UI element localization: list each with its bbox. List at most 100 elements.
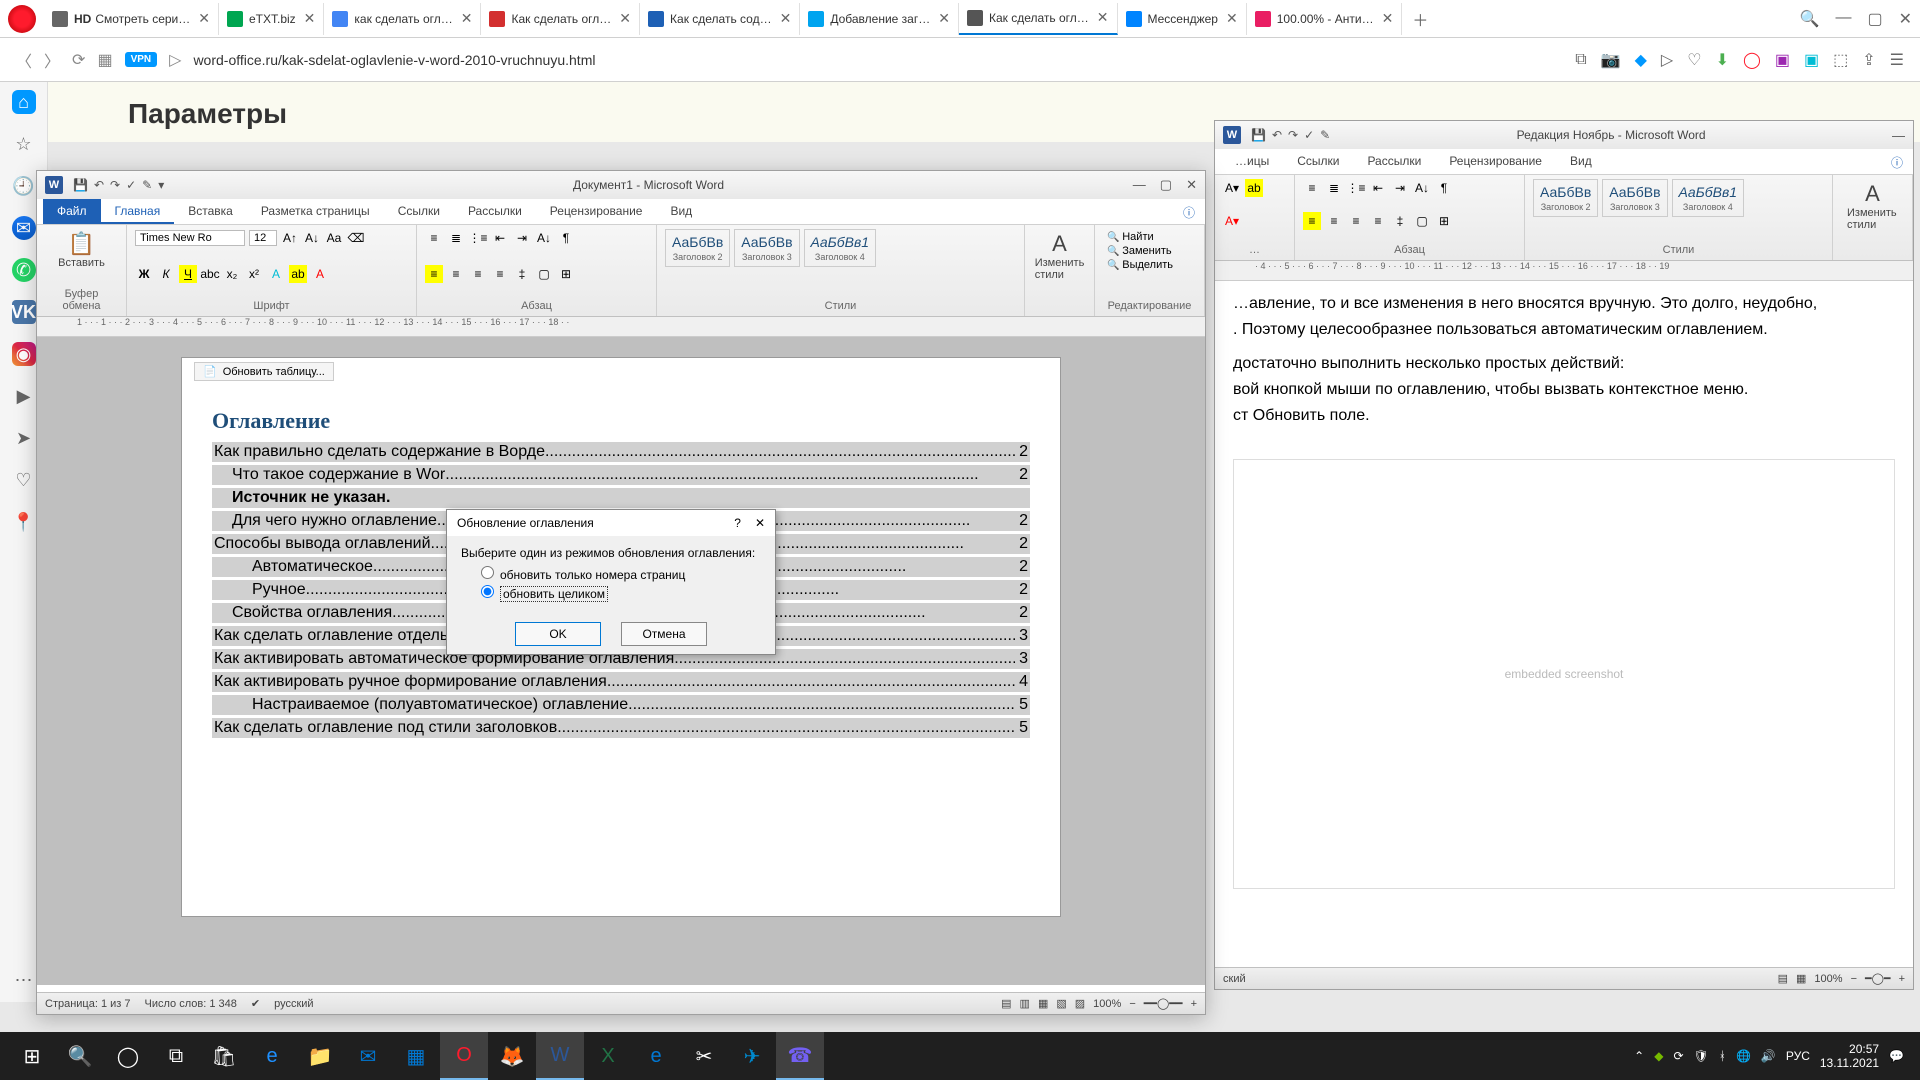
replace-button[interactable]: Заменить (1107, 245, 1192, 257)
address-bar[interactable]: word-office.ru/kak-sdelat-oglavlenie-v-w… (193, 52, 1563, 68)
cortana-icon[interactable]: ◯ (104, 1032, 152, 1080)
heart-icon[interactable]: ♡ (1687, 50, 1701, 70)
view-print-icon[interactable]: ▤ (1778, 972, 1788, 985)
bookmarks-star-icon[interactable]: ☆ (12, 132, 36, 156)
numbering-icon[interactable]: ≣ (447, 229, 465, 247)
history-icon[interactable]: 🕘 (12, 174, 36, 198)
toc-entry[interactable]: Как активировать ручное формирование огл… (212, 672, 1030, 692)
zoom-slider[interactable]: ━━◯━━ (1144, 997, 1183, 1010)
align-left-icon[interactable]: ≡ (1303, 212, 1321, 230)
grow-font-icon[interactable]: A↑ (281, 229, 299, 247)
align-center-icon[interactable]: ≡ (1325, 212, 1343, 230)
toc-entry[interactable]: Настраиваемое (полуавтоматическое) оглав… (212, 695, 1030, 715)
undo-icon[interactable]: ↶ (1272, 128, 1282, 142)
back-button[interactable]: 〈 (16, 48, 32, 72)
qat-tool2-icon[interactable]: ✎ (1320, 128, 1330, 142)
reload-button[interactable]: ⟳ (72, 50, 85, 70)
change-styles-button[interactable]: AИзменить стили (1033, 229, 1086, 283)
extensions-icon[interactable]: ⬚ (1833, 50, 1848, 70)
search-button[interactable]: 🔍 (56, 1032, 104, 1080)
word2-tab[interactable]: …ицы (1221, 149, 1283, 174)
home-icon[interactable]: ⌂ (12, 90, 36, 114)
word1-document-area[interactable]: 📄 Обновить таблицу... Оглавление Как пра… (37, 337, 1205, 985)
tab-close-icon[interactable]: ✕ (938, 10, 950, 27)
browser-tab[interactable]: Как сделать сод…✕ (640, 3, 800, 35)
view-print-icon[interactable]: ▤ (1001, 997, 1011, 1010)
borders-icon[interactable]: ⊞ (1435, 212, 1453, 230)
underline-icon[interactable]: Ч (179, 265, 197, 283)
tab-close-icon[interactable]: ✕ (780, 10, 792, 27)
strike-icon[interactable]: abc (201, 265, 219, 283)
opera-taskbar-icon[interactable]: O (440, 1032, 488, 1080)
numbering-icon[interactable]: ≣ (1325, 179, 1343, 197)
excel-icon[interactable]: X (584, 1032, 632, 1080)
play-icon[interactable]: ▷ (1661, 50, 1673, 70)
status-page[interactable]: Страница: 1 из 7 (45, 998, 131, 1010)
qat-tool2-icon[interactable]: ✎ (142, 178, 152, 192)
vk-icon[interactable]: VK (12, 300, 36, 324)
word2-help-icon[interactable]: ⓘ (1881, 149, 1913, 174)
zoom-in-icon[interactable]: + (1899, 973, 1905, 985)
opera-logo-icon[interactable] (8, 5, 36, 33)
style-gallery-item[interactable]: АаБбВв1Заголовок 4 (1672, 179, 1745, 217)
screenshot-icon[interactable]: ⧉ (1575, 51, 1586, 69)
snip-icon[interactable]: ✂ (680, 1032, 728, 1080)
browser-tab[interactable]: Мессенджер✕ (1118, 3, 1247, 35)
indent-dec-icon[interactable]: ⇤ (491, 229, 509, 247)
tab-close-icon[interactable]: ✕ (1097, 9, 1109, 26)
indent-inc-icon[interactable]: ⇥ (513, 229, 531, 247)
justify-icon[interactable]: ≡ (1369, 212, 1387, 230)
app-icon[interactable]: ▦ (392, 1032, 440, 1080)
view-outline-icon[interactable]: ▧ (1056, 997, 1066, 1010)
word1-minimize[interactable]: — (1133, 177, 1146, 193)
edge-legacy-icon[interactable]: e (248, 1032, 296, 1080)
play-sidebar-icon[interactable]: ▶ (12, 384, 36, 408)
word-taskbar-icon[interactable]: W (536, 1032, 584, 1080)
browser-tab[interactable]: как сделать огл…✕ (324, 3, 481, 35)
highlight-icon[interactable]: ab (1245, 179, 1263, 197)
shrink-font-icon[interactable]: A↓ (303, 229, 321, 247)
word2-tab[interactable]: Рецензирование (1435, 149, 1556, 174)
mail-icon[interactable]: ✉ (344, 1032, 392, 1080)
tab-close-icon[interactable]: ✕ (619, 10, 631, 27)
tab-close-icon[interactable]: ✕ (461, 10, 473, 27)
opera-ext-icon[interactable]: ◯ (1743, 50, 1761, 70)
bullets-icon[interactable]: ≡ (425, 229, 443, 247)
style-gallery-item[interactable]: АаБбВвЗаголовок 2 (1533, 179, 1598, 217)
word1-close[interactable]: ✕ (1186, 177, 1197, 193)
word2-lang[interactable]: ский (1223, 973, 1246, 985)
tab-close-icon[interactable]: ✕ (198, 10, 210, 27)
find-button[interactable]: Найти (1107, 231, 1192, 243)
cancel-button[interactable]: Отмена (621, 622, 707, 646)
tray-security-icon[interactable]: 🛡 (1694, 1049, 1709, 1063)
window-close-icon[interactable]: ✕ (1899, 9, 1912, 29)
sort-icon[interactable]: A↓ (1413, 179, 1431, 197)
redo-icon[interactable]: ↷ (1288, 128, 1298, 142)
forward-button[interactable]: 〉 (44, 48, 60, 72)
sync-icon[interactable]: ⇪ (1862, 50, 1875, 70)
browser-tab[interactable]: Как сделать огл…✕ (481, 3, 640, 35)
indent-inc-icon[interactable]: ⇥ (1391, 179, 1409, 197)
ribbon-tab[interactable]: Файл (43, 199, 101, 224)
font-name-input[interactable]: Times New Ro (135, 230, 245, 246)
ribbon-tab[interactable]: Ссылки (384, 199, 454, 224)
word1-maximize[interactable]: ▢ (1160, 177, 1172, 193)
justify-icon[interactable]: ≡ (491, 265, 509, 283)
style-gallery-item[interactable]: АаБбВвЗаголовок 3 (734, 229, 799, 267)
ok-button[interactable]: OK (515, 622, 601, 646)
pin-icon[interactable]: 📍 (12, 510, 36, 534)
ribbon-tab[interactable]: Вид (656, 199, 706, 224)
line-spacing-icon[interactable]: ‡ (513, 265, 531, 283)
heart-sidebar-icon[interactable]: ♡ (12, 468, 36, 492)
word2-minimize[interactable]: — (1892, 128, 1905, 143)
radio-update-all[interactable]: обновить целиком (481, 585, 761, 601)
highlight-icon[interactable]: ab (289, 265, 307, 283)
view-read-icon[interactable]: ▥ (1020, 997, 1030, 1010)
bold-icon[interactable]: Ж (135, 265, 153, 283)
status-words[interactable]: Число слов: 1 348 (145, 998, 237, 1010)
save-icon[interactable]: 💾 (1251, 128, 1266, 142)
store-icon[interactable]: 🛍 (200, 1032, 248, 1080)
word2-tab[interactable]: Вид (1556, 149, 1606, 174)
task-view-icon[interactable]: ⧉ (152, 1032, 200, 1080)
more-icon[interactable]: ⋯ (12, 968, 36, 992)
